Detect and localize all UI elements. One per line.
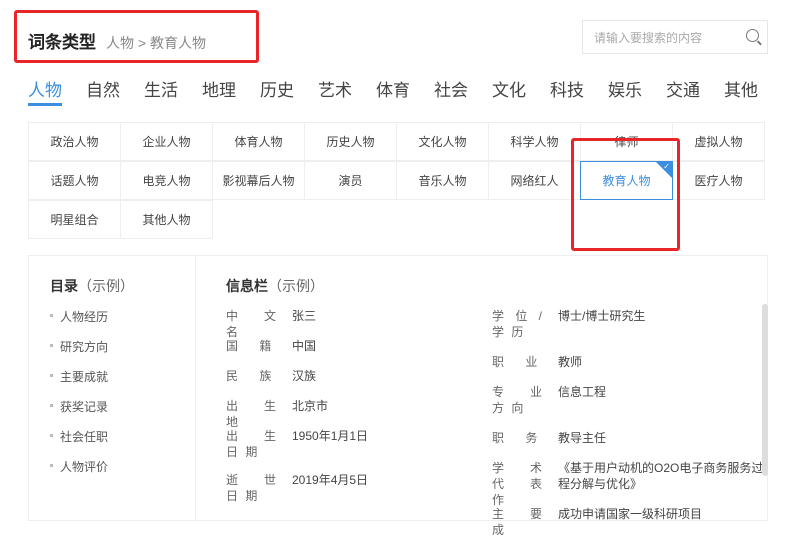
info-row: 主 要 成成功申请国家一级科研项目 — [492, 506, 785, 542]
category-tabs: 人物 自然 生活 地理 历史 艺术 体育 社会 文化 科技 娱乐 交通 其他 — [28, 76, 782, 106]
subcategory-item[interactable]: 企业人物 — [120, 122, 213, 161]
subcategory-label: 体育人物 — [234, 135, 283, 149]
toc-item[interactable]: 获奖记录 — [50, 398, 195, 428]
info-value: 中国 — [292, 339, 317, 353]
info-key: 学 位 / 学 历 — [492, 309, 544, 339]
subcategory-label: 其他人物 — [142, 213, 191, 227]
subcategory-item[interactable]: 影视幕后人物 — [212, 161, 305, 200]
info-value: 北京市 — [292, 399, 329, 413]
info-row: 出 生 日 期 1950年1月1日 — [226, 428, 526, 464]
toc-item[interactable]: 人物评价 — [50, 458, 195, 488]
toc-item[interactable]: 社会任职 — [50, 428, 195, 458]
info-key: 出 生 日 期 — [226, 429, 278, 459]
info-value: 博士/博士研究生 — [558, 309, 646, 323]
subcategory-item[interactable]: 其他人物 — [120, 200, 213, 239]
info-value: 1950年1月1日 — [292, 429, 369, 443]
info-key: 职 业 — [492, 355, 540, 369]
subcategory-item[interactable]: 电竞人物 — [120, 161, 213, 200]
tab-2[interactable]: 生活 — [144, 76, 178, 106]
tab-9[interactable]: 科技 — [550, 76, 584, 106]
tab-5[interactable]: 艺术 — [318, 76, 352, 106]
info-key: 出 生 地 — [226, 399, 278, 429]
info-key: 中 文 名 — [226, 309, 278, 339]
preview-panel: 目录（示例） 人物经历 研究方向 主要成就 获奖记录 社会任职 人物评价 信息栏（示例） … — [28, 255, 768, 537]
subcategory-label: 影视幕后人物 — [222, 174, 295, 188]
tab-7[interactable]: 社会 — [434, 76, 468, 106]
subcategory-label: 科学人物 — [510, 135, 559, 149]
info-row: 学 位 / 学 历博士/博士研究生 — [492, 308, 785, 344]
info-key: 专 业 方 向 — [492, 385, 544, 415]
search-placeholder: 请输入要搜索的内容 — [594, 30, 703, 45]
tab-11[interactable]: 交通 — [666, 76, 700, 106]
info-value: 信息工程 — [558, 385, 607, 399]
table-of-contents: 目录（示例） 人物经历 研究方向 主要成就 获奖记录 社会任职 人物评价 — [29, 256, 196, 520]
info-key: 主 要 成 — [492, 507, 544, 537]
info-key: 民 族 — [226, 369, 274, 383]
subcategory-label: 虚拟人物 — [694, 135, 743, 149]
subcategory-label: 演员 — [338, 174, 363, 188]
highlight-box-selected — [571, 138, 680, 251]
subcategory-item[interactable]: 演员 — [304, 161, 397, 200]
toc-item[interactable]: 人物经历 — [50, 308, 195, 338]
info-key: 国 籍 — [226, 339, 274, 353]
page-header: 词条类型 人物 > 教育人物 — [28, 28, 206, 53]
info-key: 学 术 代 表 作 — [492, 461, 564, 507]
toc-item[interactable]: 研究方向 — [50, 338, 195, 368]
subcategory-label: 历史人物 — [326, 135, 375, 149]
subcategory-item[interactable]: 文化人物 — [396, 122, 489, 161]
subcategory-label: 音乐人物 — [418, 174, 467, 188]
subcategory-item[interactable]: 话题人物 — [28, 161, 121, 200]
tab-1[interactable]: 自然 — [86, 76, 120, 106]
tab-6[interactable]: 体育 — [376, 76, 410, 106]
search-icon[interactable] — [746, 29, 759, 42]
toc-item[interactable]: 主要成就 — [50, 368, 195, 398]
info-row: 学 术 代 表 作《基于用户动机的O2O电子商务服务过程分解与优化》 — [492, 460, 785, 507]
tab-4[interactable]: 历史 — [260, 76, 294, 106]
page-title: 词条类型 — [28, 33, 96, 52]
info-row: 专 业 方 向信息工程 — [492, 384, 785, 420]
subcategory-item[interactable]: 政治人物 — [28, 122, 121, 161]
info-value: 汉族 — [292, 369, 317, 383]
info-value: 教导主任 — [558, 431, 607, 445]
subcategory-item[interactable]: 体育人物 — [212, 122, 305, 161]
subcategory-item[interactable]: 音乐人物 — [396, 161, 489, 200]
tab-3[interactable]: 地理 — [202, 76, 236, 106]
subcategory-item[interactable]: 历史人物 — [304, 122, 397, 161]
infobox: 信息栏（示例） 中 文 名张三国 籍 中国民 族 汉族出 生 地北京市出 生 日 期… — [226, 276, 763, 537]
subcategory-item[interactable]: 明星组合 — [28, 200, 121, 239]
tab-0[interactable]: 人物 — [28, 76, 62, 106]
subcategory-label: 电竞人物 — [142, 174, 191, 188]
info-key: 逝 世 日 期 — [226, 473, 278, 503]
info-value: 成功申请国家一级科研项目 — [558, 507, 703, 521]
breadcrumb[interactable]: 人物 > 教育人物 — [106, 33, 206, 53]
infobox-title: 信息栏（示例） — [226, 278, 324, 294]
subcategory-item[interactable]: 医疗人物 — [672, 161, 765, 200]
info-row: 逝 世 日 期 2019年4月5日 — [226, 472, 526, 508]
subcategory-label: 话题人物 — [50, 174, 99, 188]
subcategory-label: 医疗人物 — [694, 174, 743, 188]
subcategory-label: 文化人物 — [418, 135, 467, 149]
info-value: 教师 — [558, 355, 583, 369]
scrollbar[interactable] — [762, 304, 768, 476]
subcategory-label: 政治人物 — [50, 135, 99, 149]
toc-title: 目录（示例） — [50, 278, 134, 294]
tab-10[interactable]: 娱乐 — [608, 76, 642, 106]
tab-8[interactable]: 文化 — [492, 76, 526, 106]
info-value: 张三 — [292, 309, 317, 323]
search-input[interactable]: 请输入要搜索的内容 — [582, 20, 768, 54]
subcategory-label: 企业人物 — [142, 135, 191, 149]
info-key: 职 务 — [492, 431, 540, 445]
tab-12[interactable]: 其他 — [724, 76, 758, 106]
subcategory-item[interactable]: 网络红人 — [488, 161, 581, 200]
info-value: 2019年4月5日 — [292, 473, 369, 487]
subcategory-item[interactable]: 虚拟人物 — [672, 122, 765, 161]
info-value: 《基于用户动机的O2O电子商务服务过程分解与优化》 — [558, 461, 764, 491]
subcategory-item[interactable]: 科学人物 — [488, 122, 581, 161]
subcategory-label: 明星组合 — [50, 213, 99, 227]
subcategory-label: 网络红人 — [510, 174, 559, 188]
